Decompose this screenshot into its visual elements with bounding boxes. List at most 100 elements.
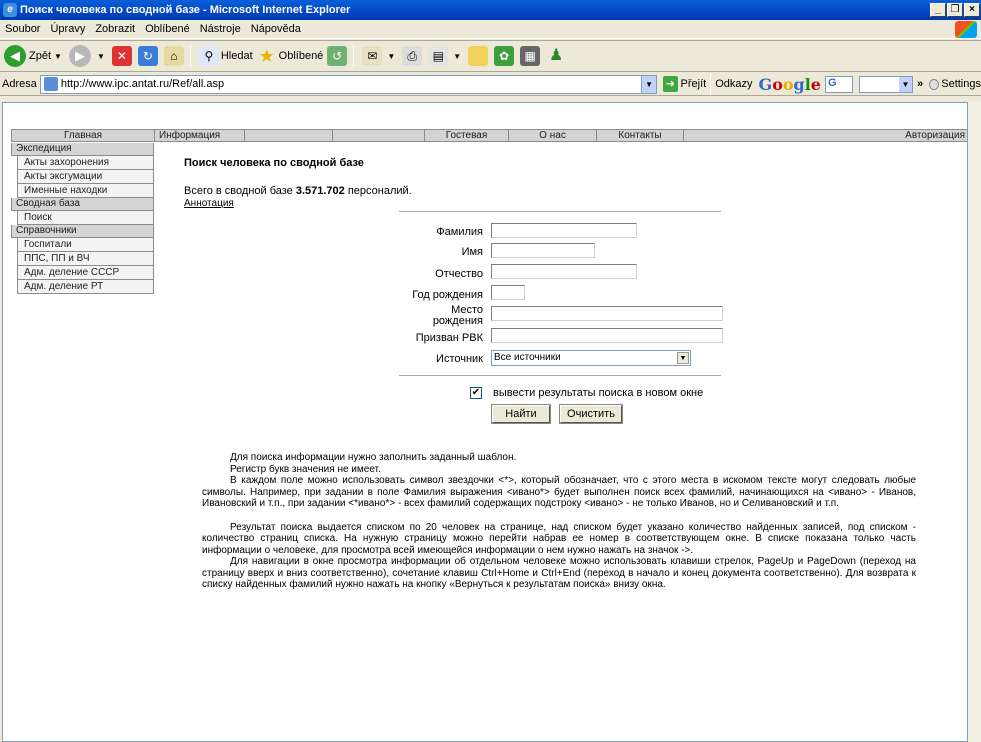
google-search-dropdown[interactable]: G (824, 75, 853, 93)
back-dropdown-icon[interactable]: ▼ (54, 52, 62, 61)
birth-year-label: Год рождения (412, 289, 483, 301)
source-selected: Все источники (494, 352, 561, 363)
tool-button[interactable]: ▦ (520, 46, 542, 66)
help-paragraph: Результат поиска выдается списком по 20 … (202, 521, 916, 556)
refresh-button[interactable]: ↻ (137, 46, 160, 66)
sidebar-item-units[interactable]: ППС, ПП и ВЧ (17, 252, 154, 266)
address-label: Adresa (2, 78, 37, 90)
sidebar-item-burial-acts[interactable]: Акты захоронения (17, 156, 154, 170)
print-icon: ⎙ (402, 46, 423, 66)
nav-home[interactable]: Главная (12, 130, 155, 141)
sidebar-item-ussr-division[interactable]: Адм. деление СССР (17, 266, 154, 280)
folder-button[interactable] (468, 46, 490, 66)
print-button[interactable]: ⎙ (402, 46, 424, 66)
maximize-button[interactable]: ❐ (947, 3, 963, 17)
sidebar-item-hospitals[interactable]: Госпитали (17, 238, 154, 252)
sidebar-item-exhumation-acts[interactable]: Акты эксгумации (17, 170, 154, 184)
vertical-scrollbar[interactable] (968, 102, 981, 742)
search-icon: ⚲ (198, 46, 219, 66)
google-letter: G (758, 74, 773, 94)
new-window-checkbox[interactable]: ✔ (470, 387, 482, 399)
settings-button[interactable]: Settings (941, 78, 981, 90)
settings-icon (929, 78, 940, 90)
minimize-button[interactable]: _ (930, 3, 946, 17)
source-label: Источник (436, 353, 483, 365)
mail-button[interactable]: ✉ ▼ (362, 46, 398, 66)
refresh-icon: ↻ (137, 46, 158, 66)
help-paragraph: Регистр букв значения не имеет. (230, 463, 381, 475)
mail-dropdown-icon[interactable]: ▼ (387, 52, 395, 61)
forward-arrow-icon: ▶ (68, 45, 91, 67)
source-dropdown-icon[interactable]: ▼ (677, 352, 689, 364)
nav-about[interactable]: О нас (509, 130, 597, 141)
birth-year-input[interactable] (491, 285, 525, 300)
research-button[interactable]: ✿ (494, 46, 516, 66)
folder-icon (468, 46, 489, 66)
sidebar-item-rt-division[interactable]: Адм. деление РТ (17, 280, 154, 294)
back-label: Zpět (29, 50, 52, 62)
total-prefix: Всего в сводной базе (184, 185, 296, 197)
forward-dropdown-icon[interactable]: ▼ (97, 52, 105, 61)
nav-info[interactable]: Информация (155, 130, 245, 141)
sidebar-item-search[interactable]: Поиск (17, 211, 154, 225)
go-arrow-icon[interactable]: ➜ (663, 76, 678, 92)
nav-guestbook[interactable]: Гостевая (425, 130, 509, 141)
google-letter: o (782, 74, 794, 94)
sidebar-section-consolidated[interactable]: Сводная база (11, 198, 154, 211)
chevron-icon[interactable]: » (917, 78, 923, 90)
surname-input[interactable] (491, 223, 637, 238)
sidebar-section-references[interactable]: Справочники (11, 225, 154, 238)
menu-file[interactable]: Soubor (0, 23, 45, 35)
back-arrow-icon: ◀ (4, 45, 26, 67)
source-select[interactable]: Все источники ▼ (491, 350, 691, 366)
forward-button[interactable]: ▶ ▼ (68, 45, 108, 67)
edit-dropdown-icon[interactable]: ▼ (453, 52, 461, 61)
surname-label: Фамилия (436, 226, 483, 238)
nav-login[interactable]: Авторизация (684, 130, 967, 141)
toolbar-separator (710, 73, 712, 95)
menu-view[interactable]: Zobrazit (90, 23, 140, 35)
draft-office-label: Призван РВК (415, 332, 483, 344)
clear-button[interactable]: Очистить (559, 404, 623, 424)
patronymic-input[interactable] (491, 264, 637, 279)
nav-contacts[interactable]: Контакты (597, 130, 684, 141)
star-icon: ★ (258, 46, 275, 66)
birth-place-input[interactable] (491, 306, 723, 321)
find-button[interactable]: Найти (491, 404, 551, 424)
history-button[interactable]: ↺ (327, 46, 349, 66)
draft-office-input[interactable] (491, 328, 723, 343)
research-icon: ✿ (494, 46, 515, 66)
window-titlebar: e Поиск человека по сводной базе - Micro… (0, 0, 981, 20)
help-text: Для поиска информации нужно заполнить за… (202, 452, 916, 591)
menu-tools[interactable]: Nástroje (195, 23, 246, 35)
name-label: Имя (461, 246, 483, 258)
address-input[interactable]: http://www.ipc.antat.ru/Ref/all.asp ▼ (39, 74, 658, 94)
back-button[interactable]: ◀ Zpět ▼ (4, 45, 65, 67)
address-bar: Adresa http://www.ipc.antat.ru/Ref/all.a… (0, 73, 981, 96)
close-button[interactable]: × (964, 3, 980, 17)
history-icon: ↺ (327, 46, 348, 66)
nav-empty-1 (245, 130, 333, 141)
windows-logo-icon (955, 21, 977, 38)
edit-button[interactable]: ▤ ▼ (428, 46, 464, 66)
messenger-icon: ♟ (548, 47, 564, 64)
name-input[interactable] (491, 243, 595, 258)
google-dropdown-icon[interactable]: ▼ (898, 76, 912, 92)
address-dropdown-icon[interactable]: ▼ (641, 75, 657, 93)
menu-help[interactable]: Nápověda (246, 23, 306, 35)
stop-button[interactable]: ✕ (111, 46, 134, 66)
sidebar-section-expedition[interactable]: Экспедиция (11, 143, 154, 156)
favorites-button[interactable]: ★ Oblíbené (257, 46, 324, 66)
search-button[interactable]: ⚲ Hledat (198, 46, 253, 66)
birth-place-label-2: рождения (432, 315, 483, 327)
messenger-button[interactable]: ♟ (546, 46, 568, 66)
menu-edit[interactable]: Úpravy (45, 23, 90, 35)
annotation-link[interactable]: Аннотация (184, 198, 234, 209)
sidebar-item-named-finds[interactable]: Именные находки (17, 184, 154, 198)
links-button[interactable]: Odkazy (715, 78, 752, 90)
go-button[interactable]: Přejít (681, 78, 707, 90)
google-search-input[interactable]: ▼ (858, 75, 913, 93)
menu-favorites[interactable]: Oblíbené (140, 23, 195, 35)
new-window-label: вывести результаты поиска в новом окне (493, 387, 704, 399)
home-button[interactable]: ⌂ (163, 46, 186, 66)
